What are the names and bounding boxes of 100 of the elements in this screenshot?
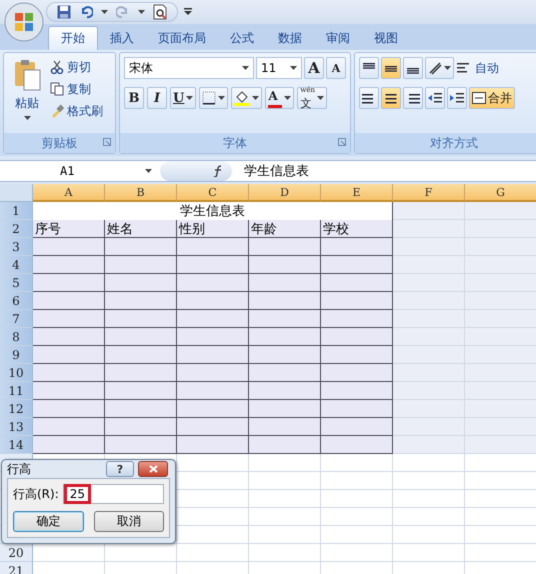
table-cell [321, 328, 393, 346]
dropdown-arrow-icon[interactable] [24, 116, 30, 120]
ribbon-tab[interactable]: 数据 [266, 26, 314, 50]
row-header[interactable]: 14 [0, 436, 33, 454]
close-button[interactable] [138, 461, 168, 477]
align-lines-icon [362, 92, 376, 104]
italic-button[interactable]: I [147, 87, 167, 109]
row-height-field[interactable]: 25 [62, 484, 164, 504]
font-color-button[interactable]: A [265, 87, 294, 109]
row-header[interactable]: 7 [0, 310, 33, 328]
dropdown-arrow-icon[interactable] [317, 96, 324, 100]
borders-button[interactable] [199, 87, 228, 109]
table-cell [249, 256, 321, 274]
fill-color-button[interactable] [231, 87, 262, 109]
print-preview-icon[interactable] [153, 4, 167, 20]
row-header[interactable]: 1 [0, 202, 33, 220]
table-cell [33, 544, 105, 562]
table-cell [33, 328, 105, 346]
table-cell [465, 220, 536, 238]
merge-center-button[interactable]: 合并 [469, 87, 515, 109]
row-header[interactable]: 6 [0, 292, 33, 310]
font-name-field[interactable]: 宋体 [124, 57, 254, 79]
ribbon-tab[interactable]: 插入 [98, 26, 146, 50]
dialog-launcher-icon[interactable] [338, 138, 346, 146]
dropdown-arrow-icon[interactable] [145, 169, 152, 173]
dialog-button[interactable]: 取消 [94, 511, 164, 532]
table-cell [321, 526, 393, 544]
table-cell [105, 328, 177, 346]
table-cell [33, 400, 105, 418]
row-header[interactable]: 10 [0, 364, 33, 382]
dropdown-arrow-icon[interactable] [252, 96, 260, 100]
clipboard-button[interactable]: 格式刷 [50, 101, 103, 121]
customize-toolbar-icon[interactable] [184, 8, 192, 16]
column-header[interactable]: G [465, 184, 536, 202]
vertical-align-button[interactable] [359, 57, 379, 79]
table-cell [321, 382, 393, 400]
row-header[interactable]: 9 [0, 346, 33, 364]
row-header[interactable]: 8 [0, 328, 33, 346]
table-cell [249, 364, 321, 382]
dropdown-arrow-icon[interactable] [218, 96, 226, 100]
row-header[interactable]: 3 [0, 238, 33, 256]
decrease-indent-button[interactable] [425, 87, 445, 109]
table-cell [393, 346, 465, 364]
underline-button[interactable]: U [170, 87, 196, 109]
row-header[interactable]: 2 [0, 220, 33, 238]
table-cell [321, 346, 393, 364]
table-cell [249, 454, 321, 472]
column-header[interactable]: A [33, 184, 105, 202]
wrap-text-button[interactable]: 自动 [456, 58, 499, 78]
table-cell [33, 436, 105, 454]
shrink-font-button[interactable]: A [326, 57, 346, 79]
name-box[interactable]: A1 [0, 161, 160, 181]
dialog-launcher-icon[interactable] [103, 138, 111, 146]
column-header[interactable]: B [105, 184, 177, 202]
orientation-button[interactable] [425, 57, 454, 79]
vertical-align-button[interactable] [403, 57, 423, 79]
grow-font-button[interactable]: A [304, 57, 324, 79]
row-header[interactable]: 12 [0, 400, 33, 418]
ribbon-tab[interactable]: 页面布局 [146, 26, 218, 50]
undo-icon[interactable] [79, 5, 93, 19]
font-size-field[interactable]: 11 [256, 57, 302, 79]
help-button[interactable]: ? [106, 461, 134, 477]
dropdown-arrow-icon[interactable] [186, 96, 194, 100]
row-header[interactable]: 13 [0, 418, 33, 436]
bold-button[interactable]: B [124, 87, 144, 109]
dropdown-arrow-icon[interactable] [242, 66, 249, 70]
table-cell [105, 436, 177, 454]
dropdown-arrow-icon[interactable] [101, 10, 108, 14]
ribbon-tab[interactable]: 审阅 [314, 26, 362, 50]
dropdown-arrow-icon[interactable] [138, 10, 145, 14]
paste-button[interactable]: 粘贴 [8, 57, 46, 129]
table-cell [33, 382, 105, 400]
save-icon[interactable] [57, 5, 71, 19]
horizontal-align-button[interactable] [381, 87, 401, 109]
table-cell [177, 544, 249, 562]
row-header[interactable]: 20 [0, 544, 33, 562]
row-header[interactable]: 11 [0, 382, 33, 400]
column-header[interactable]: D [249, 184, 321, 202]
dialog-button[interactable]: 确定 [13, 511, 84, 532]
dropdown-arrow-icon[interactable] [444, 66, 451, 70]
table-cell: 学校 [321, 220, 393, 238]
dropdown-arrow-icon[interactable] [284, 96, 292, 100]
vertical-align-button[interactable] [381, 57, 401, 79]
table-cell [177, 436, 249, 454]
horizontal-align-button[interactable] [359, 87, 379, 109]
ribbon-tab[interactable]: 视图 [362, 26, 410, 50]
row-header[interactable]: 5 [0, 274, 33, 292]
dropdown-arrow-icon[interactable] [290, 66, 297, 70]
clipboard-button[interactable]: 剪切 [50, 57, 103, 77]
row-header[interactable]: 4 [0, 256, 33, 274]
ribbon-tab[interactable]: 公式 [218, 26, 266, 50]
clipboard-button[interactable]: 复制 [50, 79, 103, 99]
column-header[interactable]: C [177, 184, 249, 202]
column-header[interactable]: F [393, 184, 465, 202]
column-header[interactable]: E [321, 184, 393, 202]
table-cell [321, 274, 393, 292]
formula-field[interactable]: 学生信息表 [232, 161, 536, 181]
horizontal-align-button[interactable] [403, 87, 423, 109]
increase-indent-button[interactable] [447, 87, 467, 109]
ribbon-tab[interactable]: 开始 [48, 26, 98, 50]
